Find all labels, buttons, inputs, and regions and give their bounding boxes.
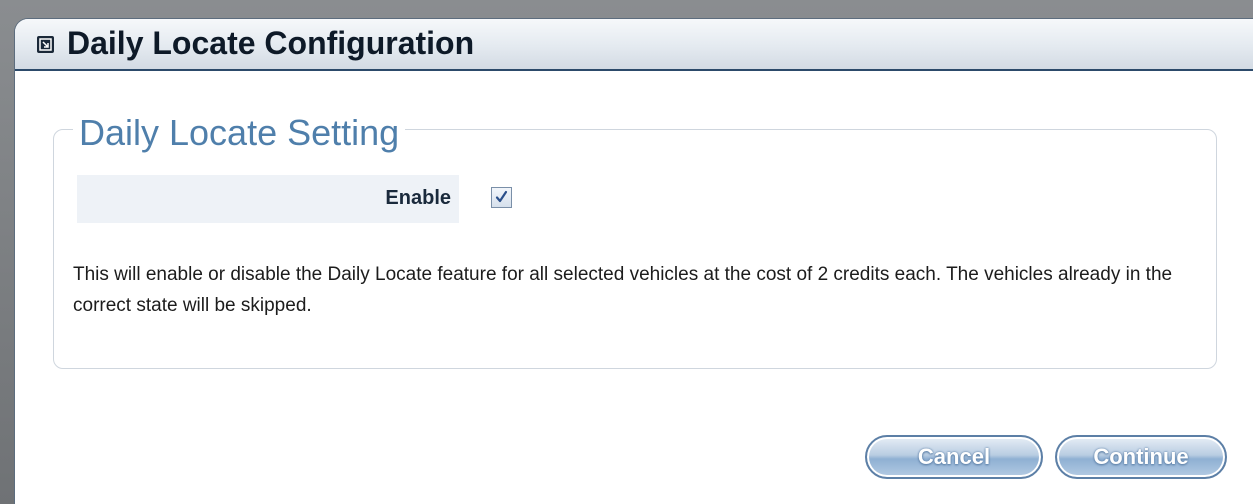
collapse-icon[interactable] — [37, 36, 54, 53]
daily-locate-fieldset — [53, 129, 1217, 369]
dialog-title: Daily Locate Configuration — [67, 25, 475, 61]
enable-checkbox[interactable] — [491, 187, 512, 208]
daily-locate-dialog: Daily Locate Configuration Daily Locate … — [14, 18, 1253, 504]
enable-label: Enable — [385, 187, 451, 209]
checkmark-icon — [495, 190, 508, 203]
fieldset-legend: Daily Locate Setting — [73, 111, 406, 155]
enable-row: Enable — [77, 175, 459, 223]
cancel-button[interactable]: Cancel — [865, 435, 1043, 479]
continue-button[interactable]: Continue — [1055, 435, 1227, 479]
dialog-titlebar: Daily Locate Configuration — [15, 19, 1253, 71]
feature-description: This will enable or disable the Daily Lo… — [73, 264, 1173, 316]
